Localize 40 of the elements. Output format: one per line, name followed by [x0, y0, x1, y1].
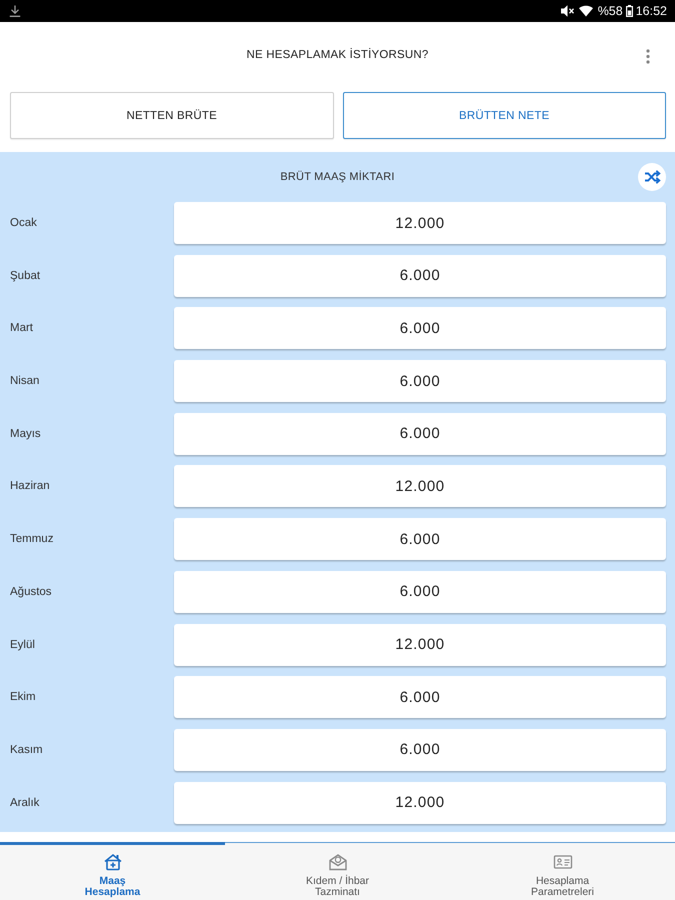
salary-input-field[interactable]: 6.000: [174, 570, 666, 613]
salary-input-field[interactable]: 12.000: [174, 465, 666, 508]
salary-input-field[interactable]: 12.000: [174, 202, 666, 244]
month-label: Ocak: [9, 217, 37, 229]
month-label: Eylül: [9, 638, 35, 650]
shuffle-button[interactable]: [638, 163, 666, 191]
bottom-nav-tab[interactable]: Maaş Hesaplama: [0, 842, 225, 900]
house-icon: [102, 852, 122, 872]
panel-title: BRÜT MAAŞ MİKTARI: [280, 170, 395, 182]
calculation-mode-tab[interactable]: NETTEN BRÜTE: [10, 92, 334, 139]
clock-time: 16:52: [636, 4, 667, 18]
salary-input-field[interactable]: 6.000: [174, 676, 666, 718]
page-title: NE HESAPLAMAK İSTİYORSUN?: [246, 48, 429, 62]
salary-input-field[interactable]: 6.000: [174, 360, 666, 402]
salary-input-field[interactable]: 6.000: [174, 254, 666, 297]
more-menu-icon: [646, 48, 650, 64]
battery-percent: %58: [598, 4, 623, 18]
envelope-icon: [328, 852, 348, 872]
battery-icon: [626, 5, 633, 17]
month-label: Temmuz: [9, 533, 54, 546]
salary-input-field[interactable]: 6.000: [174, 412, 666, 455]
month-label: Ekim: [9, 691, 36, 704]
salary-input-field[interactable]: 6.000: [174, 518, 666, 560]
wifi-icon: [578, 5, 593, 17]
month-label: Kasım: [9, 744, 43, 756]
month-label: Mayıs: [9, 428, 41, 440]
download-icon: [9, 5, 21, 17]
salary-input-field[interactable]: 12.000: [174, 624, 666, 666]
month-label: Şubat: [9, 270, 40, 282]
salary-input-field[interactable]: 6.000: [174, 307, 666, 350]
month-label: Aralık: [9, 796, 40, 809]
month-label: Ağustos: [9, 586, 52, 598]
salary-input-field[interactable]: 12.000: [174, 782, 666, 824]
calculation-mode-tab[interactable]: BRÜTTEN NETE: [342, 92, 666, 139]
shuffle-icon: [638, 163, 666, 191]
month-label: Haziran: [9, 480, 50, 492]
salary-input-field[interactable]: 6.000: [174, 728, 666, 771]
month-label: Mart: [9, 322, 33, 334]
muted-speaker-icon: [560, 5, 574, 17]
month-label: Nisan: [9, 375, 40, 388]
